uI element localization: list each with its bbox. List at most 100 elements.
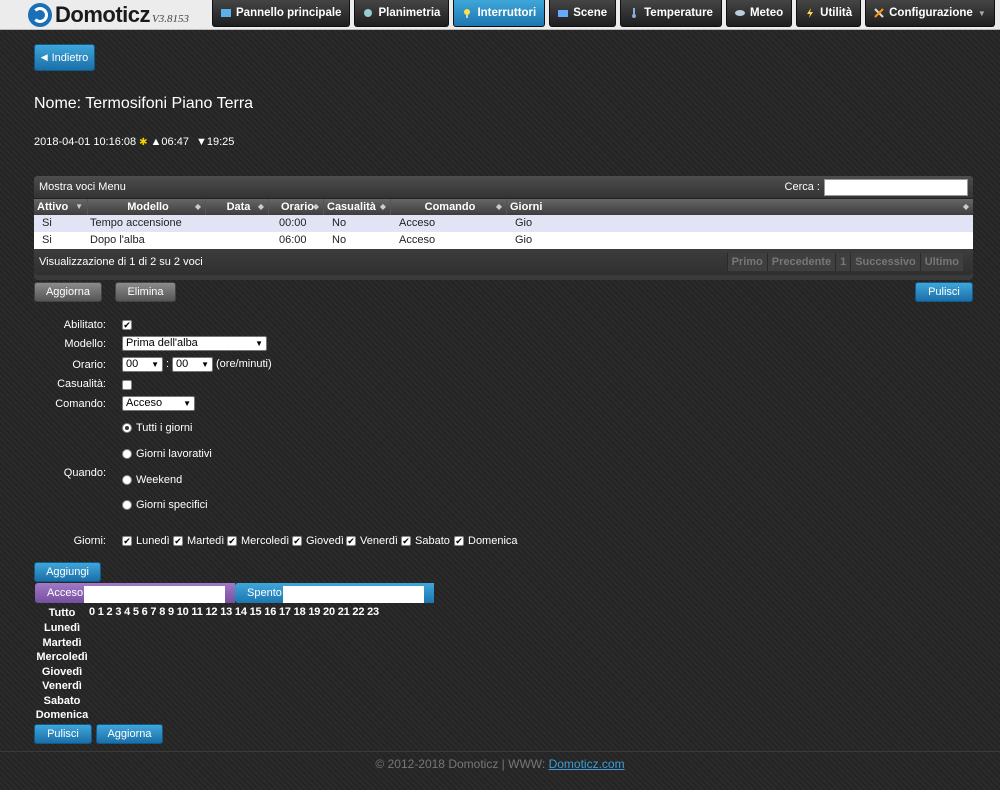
col-active[interactable]: Attivo ▼: [34, 199, 88, 215]
minute-select[interactable]: 00 ▼: [172, 357, 213, 372]
table-toolbar: Mostra voci Menu Cerca :: [34, 176, 973, 198]
footer-text: © 2012-2018 Domoticz | WWW:: [375, 757, 546, 771]
nav-label: Planimetria: [378, 7, 441, 19]
clear-timers-button[interactable]: Pulisci: [915, 282, 973, 302]
nav-dashboard[interactable]: Pannello principale: [212, 0, 351, 27]
nav-label: Scene: [573, 7, 608, 19]
page-first[interactable]: Primo: [726, 253, 767, 271]
sort-icon: ◆: [194, 202, 201, 211]
page-number[interactable]: 1: [835, 253, 851, 271]
col-command[interactable]: Comando ◆: [391, 199, 507, 215]
radio-everyday[interactable]: [122, 423, 132, 433]
random-label: Casualità:: [57, 378, 106, 390]
weather-icon: [734, 10, 745, 16]
when-label: Quando:: [63, 467, 106, 479]
time-separator: :: [166, 358, 170, 370]
table-row[interactable]: Si Dopo l'alba 06:00 No Acceso Gio: [34, 232, 973, 249]
radio-weekdays-label: Giorni lavorativi: [136, 448, 212, 460]
sort-icon: ◆: [312, 202, 319, 211]
sort-icon: ◆: [495, 202, 502, 211]
page-last[interactable]: Ultimo: [919, 253, 963, 271]
nav-label: Pannello principale: [236, 7, 342, 19]
sunrise-time: ▲06:47: [150, 136, 189, 148]
model-select[interactable]: Prima dell'alba ▼: [122, 336, 267, 351]
footer-link[interactable]: Domoticz.com: [549, 757, 625, 771]
utility-icon: [807, 8, 814, 18]
delete-timer-button[interactable]: Elimina: [115, 282, 176, 302]
dashboard-icon: [221, 9, 231, 17]
pagination: Primo Precedente 1 Successivo Ultimo: [726, 253, 963, 271]
timers-table: Mostra voci Menu Cerca : Attivo ▼ Modello…: [34, 176, 973, 280]
day-checkbox[interactable]: ✔: [173, 536, 183, 546]
day-monday[interactable]: ✔ Lunedì: [122, 535, 170, 547]
page-previous[interactable]: Precedente: [766, 253, 836, 271]
show-menu-label: Mostra voci Menu: [39, 181, 126, 193]
day-sunday[interactable]: ✔ Domenica: [454, 535, 518, 547]
nav-weather[interactable]: Meteo: [725, 0, 793, 27]
timeline-day: Domenica: [35, 709, 89, 721]
day-thursday[interactable]: ✔ Giovedì: [292, 535, 344, 547]
search-label: Cerca :: [784, 181, 820, 193]
day-wednesday[interactable]: ✔ Mercoledì: [227, 535, 289, 547]
enabled-checkbox[interactable]: ✔: [122, 320, 132, 330]
day-checkbox[interactable]: ✔: [292, 536, 302, 546]
nav-switches[interactable]: Interruttori: [453, 0, 546, 27]
add-timer-button[interactable]: Aggiungi: [34, 562, 101, 582]
footer-divider: [0, 751, 1000, 752]
top-bar: Domoticz V3.8153 Pannello principale Pla…: [0, 0, 1000, 30]
nav-label: Temperature: [644, 7, 713, 19]
table-info: Visualizzazione di 1 di 2 su 2 voci: [39, 256, 203, 268]
col-model[interactable]: Modello ◆: [88, 199, 206, 215]
day-checkbox[interactable]: ✔: [401, 536, 411, 546]
clear-button[interactable]: Pulisci: [34, 724, 92, 744]
nav-floorplan[interactable]: Planimetria: [354, 0, 450, 27]
command-select[interactable]: Acceso ▼: [122, 396, 195, 411]
dropdown-arrow-icon: ▼: [255, 339, 263, 348]
nav-utility[interactable]: Utilità: [796, 0, 862, 27]
enabled-label: Abilitato:: [63, 319, 106, 331]
timeline-day: Martedì: [42, 637, 82, 649]
radio-weekend[interactable]: [122, 475, 132, 485]
time-label: Orario:: [72, 359, 106, 371]
off-color-field[interactable]: [283, 586, 424, 603]
sunset-time: ▼19:25: [195, 136, 235, 148]
hour-select[interactable]: 00 ▼: [122, 357, 163, 372]
command-label: Comando:: [55, 398, 106, 410]
col-time[interactable]: Orario ◆: [269, 199, 324, 215]
radio-specific-days[interactable]: [122, 500, 132, 510]
day-friday[interactable]: ✔ Venerdì: [346, 535, 398, 547]
update-timer-button[interactable]: Aggiorna: [34, 282, 102, 302]
day-checkbox[interactable]: ✔: [227, 536, 237, 546]
day-tuesday[interactable]: ✔ Martedì: [173, 535, 224, 547]
model-label: Modello:: [64, 338, 106, 350]
sun-icon: ✱: [139, 136, 148, 148]
page-next[interactable]: Successivo: [850, 253, 920, 271]
radio-weekdays[interactable]: [122, 449, 132, 459]
radio-weekend-label: Weekend: [136, 474, 183, 486]
app-name: Domoticz: [55, 1, 151, 27]
nav-scenes[interactable]: Scene: [549, 0, 617, 27]
col-random[interactable]: Casualità ◆: [324, 199, 391, 215]
time-unit: (ore/minuti): [216, 358, 272, 370]
footer: © 2012-2018 Domoticz | WWW: Domoticz.com: [0, 757, 1000, 771]
col-date[interactable]: Data ◆: [206, 199, 269, 215]
back-button[interactable]: ◀ Indietro: [34, 44, 95, 71]
nav-label: Meteo: [749, 7, 784, 19]
on-color-field[interactable]: [84, 586, 225, 603]
random-checkbox[interactable]: [122, 380, 132, 390]
nav-setup[interactable]: Configurazione ▼: [865, 0, 995, 27]
day-checkbox[interactable]: ✔: [454, 536, 464, 546]
day-saturday[interactable]: ✔ Sabato: [401, 535, 450, 547]
update-button[interactable]: Aggiorna: [96, 724, 163, 744]
nav-temperature[interactable]: Temperature: [620, 0, 722, 27]
table-row[interactable]: Si Tempo accensione 00:00 No Acceso Gio: [34, 215, 973, 232]
chevron-down-icon: ▼: [977, 8, 986, 18]
col-days[interactable]: Giorni ◆: [507, 199, 973, 215]
day-checkbox[interactable]: ✔: [346, 536, 356, 546]
logo[interactable]: Domoticz V3.8153: [28, 2, 189, 27]
search-input[interactable]: [824, 178, 968, 196]
domoticz-logo-icon: [28, 2, 52, 27]
sun-info: 2018-04-01 10:16:08 ✱ ▲06:47 ▼19:25: [34, 136, 234, 148]
floorplan-icon: [364, 9, 373, 17]
day-checkbox[interactable]: ✔: [122, 536, 132, 546]
